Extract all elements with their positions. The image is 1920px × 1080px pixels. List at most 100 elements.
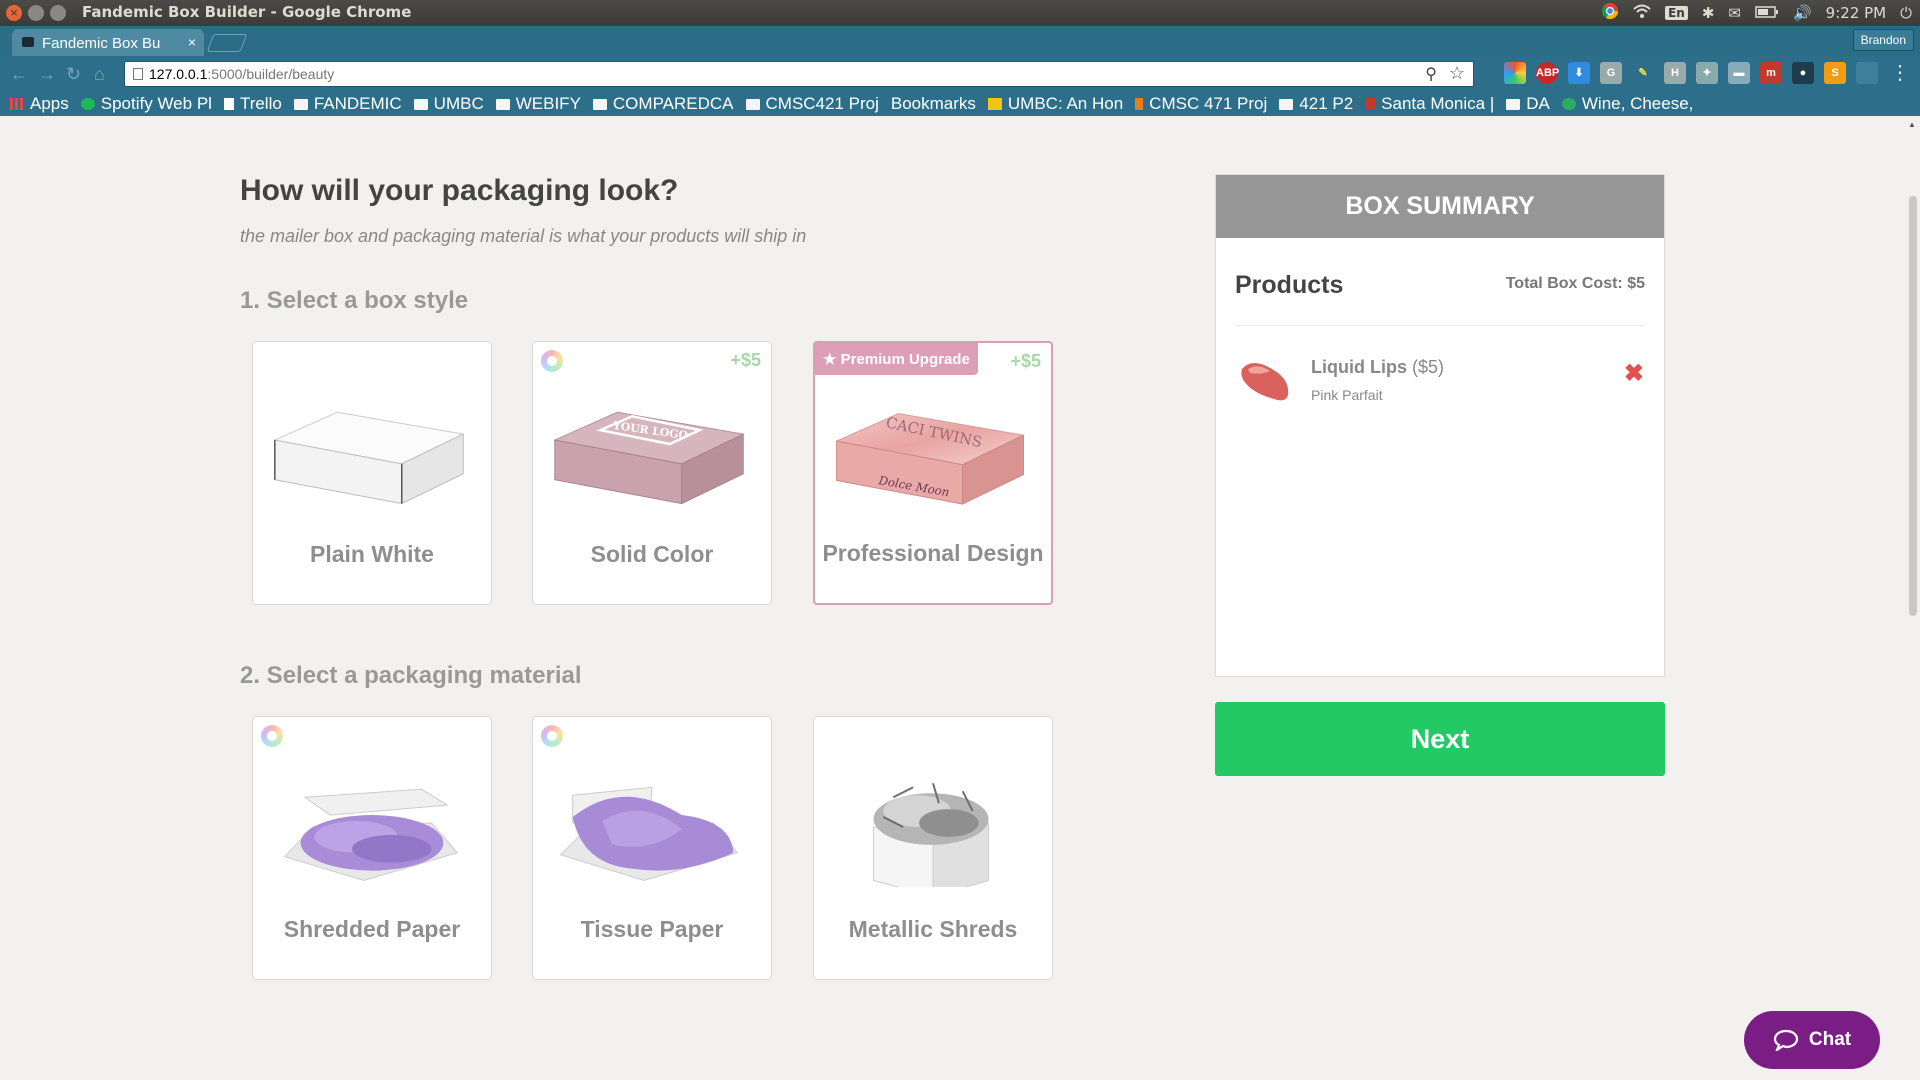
tab-favicon-icon (22, 37, 34, 47)
scrollbar-thumb[interactable] (1909, 196, 1917, 616)
bookmark-cmsc471[interactable]: CMSC 471 Proj (1135, 94, 1267, 114)
page-scrollbar[interactable]: ▲ (1906, 116, 1920, 1080)
material-card-tissue-paper[interactable]: Tissue Paper (532, 716, 772, 980)
forward-arrow-icon[interactable]: → (38, 64, 56, 85)
bookmark-fandemic[interactable]: FANDEMIC (293, 94, 402, 114)
browser-menu-icon[interactable]: ⋮ (1890, 60, 1910, 85)
url-path: :5000/builder/beauty (207, 66, 335, 82)
new-tab-button[interactable] (206, 34, 248, 52)
total-box-cost: Total Box Cost: $5 (1505, 275, 1645, 292)
card-label: Solid Color (590, 541, 714, 567)
window-close-button[interactable]: × (6, 5, 22, 21)
bookmark-wine-cheese[interactable]: Wine, Cheese, (1561, 94, 1693, 114)
bookmark-comparedca[interactable]: COMPAREDCA (592, 94, 734, 114)
shredded-paper-image (283, 788, 459, 882)
clock[interactable]: 9:22 PM (1826, 4, 1886, 22)
red-extension-icon[interactable]: m (1760, 62, 1782, 84)
adblock-icon[interactable]: ABP (1536, 62, 1559, 84)
g-extension-icon[interactable]: G (1600, 62, 1622, 84)
page-heading: How will your packaging look? (240, 174, 679, 207)
card-label: Tissue Paper (580, 916, 724, 942)
power-icon[interactable]: ⏻ (1900, 4, 1912, 22)
bookmark-421p2[interactable]: 421 P2 (1279, 94, 1353, 114)
price-badge: +$5 (1010, 351, 1041, 371)
divider (1235, 325, 1645, 326)
santa-monica-icon (1365, 98, 1376, 110)
bookmark-umbc-honors[interactable]: UMBC: An Hon (987, 94, 1123, 114)
url-host: 127.0.0.1 (149, 66, 208, 82)
window-maximize-button[interactable] (50, 5, 66, 21)
folder-icon (1279, 98, 1294, 110)
tab-title: Fandemic Box Bu (42, 35, 161, 52)
pencil-extension-icon[interactable]: ✎ (1632, 62, 1654, 84)
address-bar[interactable]: 127.0.0.1:5000/builder/beauty ⚲ ☆ (124, 61, 1474, 87)
orange-extension-icon[interactable]: S (1824, 62, 1846, 84)
product-variant: Pink Parfait (1311, 387, 1383, 403)
window-minimize-button[interactable] (28, 5, 44, 21)
products-title: Products (1235, 271, 1344, 299)
liquid-lips-thumbnail (1241, 363, 1289, 401)
bookmark-bookmarks[interactable]: Bookmarks (891, 94, 976, 114)
card-label: Professional Design (822, 540, 1044, 566)
material-card-shredded-paper[interactable]: Shredded Paper (252, 716, 492, 980)
chat-label: Chat (1808, 1029, 1852, 1050)
scroll-up-arrow-icon[interactable]: ▲ (1908, 120, 1916, 129)
card-label: Shredded Paper (283, 916, 461, 942)
bluetooth-icon[interactable]: ✱ (1702, 4, 1715, 22)
product-name: Liquid Lips ($5) (1311, 357, 1445, 377)
apps-grid-icon (10, 98, 24, 110)
box-style-card-professional-design[interactable]: ★ Premium Upgrade +$5 CACI TWINS Dolce M… (813, 341, 1053, 605)
card-label: Plain White (310, 541, 434, 567)
box-style-card-plain-white[interactable]: Plain White (252, 341, 492, 605)
color-wheel-icon[interactable] (541, 350, 563, 372)
keyboard-layout-indicator[interactable]: En (1665, 6, 1688, 20)
folder-icon (1506, 98, 1521, 110)
puzzle-extension-icon[interactable]: ✦ (1696, 62, 1718, 84)
bookmark-umbc[interactable]: UMBC (413, 94, 484, 114)
comment-extension-icon[interactable]: ▬ (1728, 62, 1750, 84)
wifi-icon[interactable] (1633, 4, 1651, 22)
tab-close-icon[interactable]: × (188, 34, 196, 50)
download-extension-icon[interactable]: ⬇ (1568, 62, 1590, 84)
box-style-card-solid-color[interactable]: +$5 YOUR LOGO Solid Color (532, 341, 772, 605)
bookmark-trello[interactable]: Trello (223, 94, 282, 114)
plain-white-box-image (273, 411, 465, 505)
chrome-icon[interactable] (1601, 2, 1619, 24)
next-button[interactable]: Next (1215, 702, 1665, 776)
spotify-icon (80, 98, 95, 110)
bookmark-apps[interactable]: Apps (10, 94, 69, 114)
bookmark-santa-monica[interactable]: Santa Monica | (1365, 94, 1494, 114)
battery-icon[interactable] (1755, 4, 1779, 22)
chat-button[interactable]: Chat (1744, 1011, 1880, 1069)
color-wheel-icon[interactable] (261, 725, 283, 747)
umbc-icon (987, 98, 1002, 110)
color-extension-icon[interactable] (1504, 62, 1526, 84)
h-extension-icon[interactable]: H (1664, 62, 1686, 84)
color-wheel-icon[interactable] (541, 725, 563, 747)
browser-toolbar: ← → ↻ ⌂ 127.0.0.1:5000/builder/beauty ⚲ … (0, 56, 1920, 92)
folder-icon (293, 98, 308, 110)
os-title-bar: × Fandemic Box Builder - Google Chrome E… (0, 0, 1920, 26)
zoom-icon[interactable]: ⚲ (1425, 64, 1437, 84)
volume-icon[interactable]: 🔊 (1793, 4, 1812, 22)
product-price: ($5) (1412, 357, 1445, 377)
professional-design-box-image: CACI TWINS Dolce Moon (834, 413, 1026, 505)
home-icon[interactable]: ⌂ (94, 64, 105, 85)
mail-icon[interactable]: ✉ (1728, 4, 1741, 22)
remove-product-icon[interactable]: ✖ (1624, 359, 1644, 388)
premium-upgrade-badge: ★ Premium Upgrade (815, 343, 978, 375)
material-card-metallic-shreds[interactable]: Metallic Shreds (813, 716, 1053, 980)
trello-icon (223, 98, 234, 110)
back-arrow-icon[interactable]: ← (10, 64, 28, 85)
box-summary-panel: BOX SUMMARY Products Total Box Cost: $5 … (1215, 174, 1665, 677)
reload-icon[interactable]: ↻ (66, 64, 81, 85)
bookmark-da[interactable]: DA (1506, 94, 1550, 114)
bookmark-spotify[interactable]: Spotify Web Pl (80, 94, 212, 114)
bookmark-star-icon[interactable]: ☆ (1449, 63, 1465, 84)
browser-tab[interactable]: Fandemic Box Bu × (12, 29, 204, 56)
blank-extension-icon[interactable] (1856, 62, 1878, 84)
bookmark-webify[interactable]: WEBIFY (495, 94, 581, 114)
user-extension-icon[interactable]: ● (1792, 62, 1814, 84)
bookmark-cmsc421[interactable]: CMSC421 Proj (745, 94, 879, 114)
profile-button[interactable]: Brandon (1852, 29, 1914, 51)
